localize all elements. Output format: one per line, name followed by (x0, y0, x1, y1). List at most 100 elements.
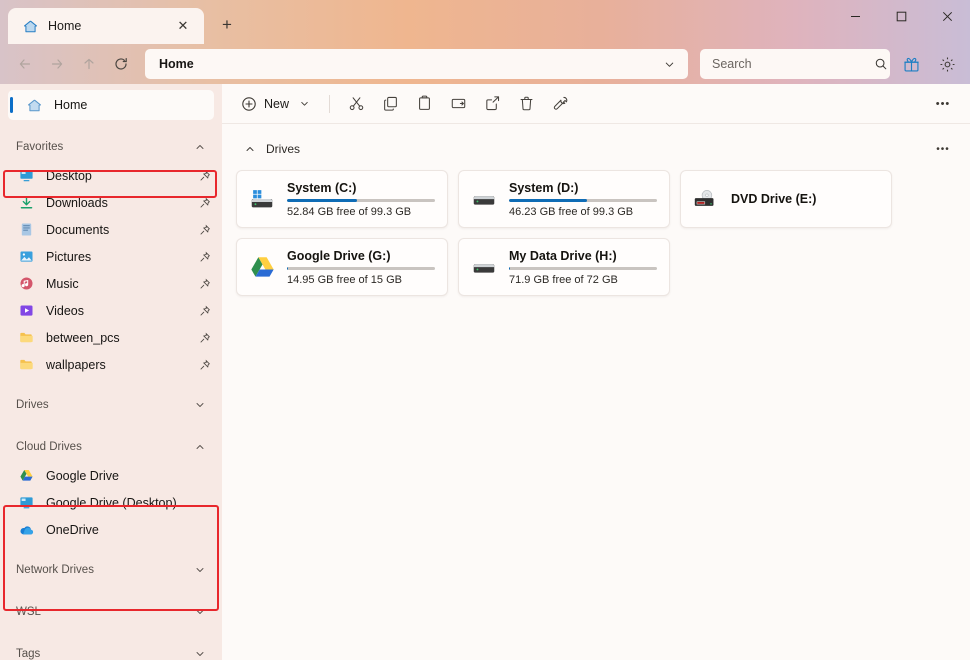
hard-drive-icon (469, 184, 499, 214)
drive-info: Google Drive (G:) 14.95 GB free of 15 GB (287, 249, 435, 286)
section-more-button[interactable]: ••• (930, 138, 956, 160)
drive-card-dvd-e[interactable]: DVD Drive (E:) (680, 170, 892, 228)
content-pane: New (222, 84, 970, 660)
close-button[interactable] (924, 0, 970, 32)
google-drive-icon (247, 252, 277, 282)
pin-icon[interactable] (196, 251, 214, 263)
sidebar-item-desktop[interactable]: Desktop (8, 162, 214, 189)
sidebar-spacer (0, 627, 222, 639)
drive-card-system-c[interactable]: System (C:) 52.84 GB free of 99.3 GB (236, 170, 448, 228)
up-button[interactable] (74, 49, 104, 79)
sidebar-spacer (0, 378, 222, 390)
sidebar-item-documents[interactable]: Documents (8, 216, 214, 243)
sort-button[interactable] (543, 89, 577, 119)
sidebar-item-label: Downloads (46, 196, 184, 210)
drive-card-system-d[interactable]: System (D:) 46.23 GB free of 99.3 GB (458, 170, 670, 228)
downloads-icon (18, 195, 34, 211)
chevron-down-icon[interactable] (194, 648, 206, 660)
section-title: Drives (266, 142, 920, 156)
sidebar-item-google-drive[interactable]: Google Drive (8, 462, 214, 489)
sidebar-item-between-pcs[interactable]: between_pcs (8, 324, 214, 351)
sidebar-item-pictures[interactable]: Pictures (8, 243, 214, 270)
sidebar-item-music[interactable]: Music (8, 270, 214, 297)
videos-icon (18, 303, 34, 319)
sidebar-group-label: Cloud Drives (16, 441, 194, 453)
drive-info: System (C:) 52.84 GB free of 99.3 GB (287, 181, 435, 218)
copy-button[interactable] (373, 89, 407, 119)
plus-circle-icon (241, 96, 257, 112)
command-bar: New (222, 84, 970, 124)
sidebar-item-home[interactable]: Home (8, 90, 214, 120)
address-bar[interactable]: Home (145, 49, 688, 79)
file-explorer-window: Home ✕ + (0, 0, 970, 660)
sidebar-group-favorites[interactable]: Favorites (8, 132, 214, 162)
refresh-button[interactable] (106, 49, 136, 79)
paste-button[interactable] (407, 89, 441, 119)
more-options-button[interactable]: ••• (926, 89, 960, 119)
chevron-up-icon[interactable] (244, 143, 256, 155)
drive-card-my-data-drive-h[interactable]: My Data Drive (H:) 71.9 GB free of 72 GB (458, 238, 670, 296)
sidebar-item-label: Google Drive (Desktop) (46, 496, 214, 510)
drive-info: DVD Drive (E:) (731, 192, 879, 206)
pin-icon[interactable] (196, 332, 214, 344)
cut-button[interactable] (339, 89, 373, 119)
drives-content: Drives ••• (222, 124, 970, 660)
sidebar-group-label: Drives (16, 399, 194, 411)
share-button[interactable] (475, 89, 509, 119)
delete-button[interactable] (509, 89, 543, 119)
new-tab-button[interactable]: + (212, 10, 242, 40)
chevron-down-icon[interactable] (656, 51, 682, 77)
drive-capacity-text: 52.84 GB free of 99.3 GB (287, 206, 435, 218)
sidebar-item-label: Videos (46, 304, 184, 318)
pin-icon[interactable] (196, 197, 214, 209)
sidebar-group-network-drives[interactable]: Network Drives (8, 555, 214, 585)
new-button[interactable]: New (234, 89, 320, 119)
sidebar-item-label: Google Drive (46, 469, 214, 483)
back-button[interactable] (10, 49, 40, 79)
google-drive-desktop-icon (18, 495, 34, 511)
gift-icon[interactable] (896, 49, 926, 79)
chevron-down-icon[interactable] (194, 564, 206, 576)
pin-icon[interactable] (196, 305, 214, 317)
capacity-bar (509, 199, 657, 202)
pictures-icon (18, 249, 34, 265)
sidebar-group-drives[interactable]: Drives (8, 390, 214, 420)
pin-icon[interactable] (196, 224, 214, 236)
chevron-down-icon[interactable] (194, 606, 206, 618)
tab-home[interactable]: Home ✕ (8, 8, 204, 44)
new-button-label: New (264, 97, 289, 111)
drive-card-google-drive-g[interactable]: Google Drive (G:) 14.95 GB free of 15 GB (236, 238, 448, 296)
gear-icon[interactable] (932, 49, 962, 79)
sidebar-item-downloads[interactable]: Downloads (8, 189, 214, 216)
sidebar-item-label: between_pcs (46, 331, 184, 345)
sidebar-item-onedrive[interactable]: OneDrive (8, 516, 214, 543)
chevron-up-icon[interactable] (194, 441, 206, 453)
sidebar-group-cloud-drives[interactable]: Cloud Drives (8, 432, 214, 462)
chevron-down-icon[interactable] (194, 399, 206, 411)
music-icon (18, 276, 34, 292)
minimize-button[interactable] (832, 0, 878, 32)
folder-icon (18, 357, 34, 373)
close-tab-icon[interactable]: ✕ (172, 15, 194, 37)
capacity-bar (509, 267, 657, 270)
maximize-button[interactable] (878, 0, 924, 32)
drive-title: System (C:) (287, 181, 435, 195)
sidebar-group-wsl[interactable]: WSL (8, 597, 214, 627)
search-box[interactable] (700, 49, 890, 79)
sidebar-item-wallpapers[interactable]: wallpapers (8, 351, 214, 378)
sidebar-spacer (0, 543, 222, 555)
chevron-up-icon[interactable] (194, 141, 206, 153)
sidebar-item-google-drive-desktop[interactable]: Google Drive (Desktop) (8, 489, 214, 516)
title-bar: Home ✕ + (0, 0, 970, 44)
pin-icon[interactable] (196, 278, 214, 290)
pin-icon[interactable] (196, 170, 214, 182)
drive-title: DVD Drive (E:) (731, 192, 879, 206)
pin-icon[interactable] (196, 359, 214, 371)
windows-drive-icon (247, 184, 277, 214)
search-input[interactable] (712, 57, 873, 71)
forward-button[interactable] (42, 49, 72, 79)
sidebar-item-videos[interactable]: Videos (8, 297, 214, 324)
sidebar-group-tags[interactable]: Tags (8, 639, 214, 660)
search-icon[interactable] (873, 56, 889, 72)
rename-button[interactable] (441, 89, 475, 119)
